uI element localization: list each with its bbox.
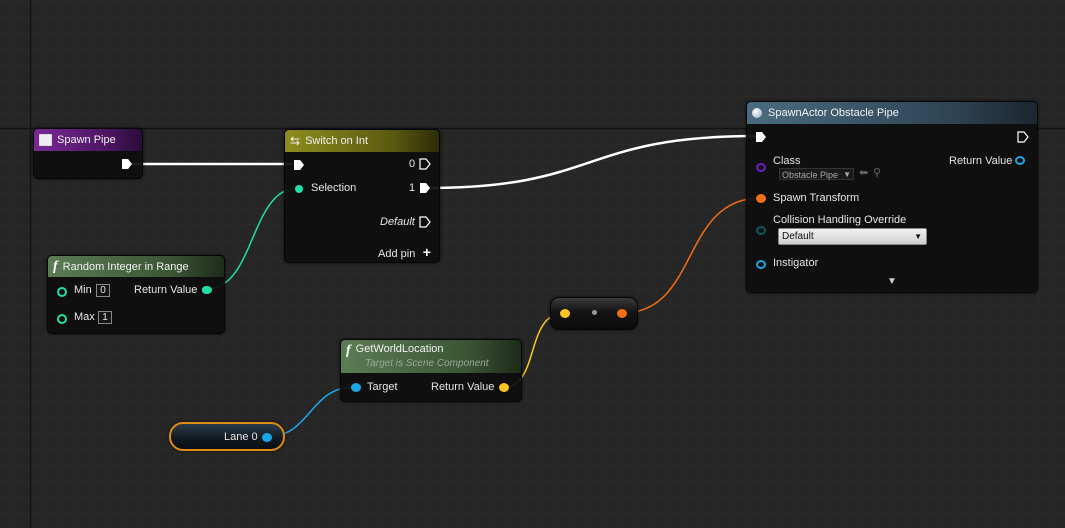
- node-title: Switch on Int: [305, 135, 369, 147]
- exec-out-1-pin[interactable]: [419, 182, 431, 194]
- return-value-label: Return Value: [431, 381, 495, 393]
- target-pin[interactable]: [351, 383, 361, 392]
- switch-on-int-node[interactable]: ⇆ Switch on Int Selection 0 1 Default Ad…: [284, 129, 440, 263]
- target-label: Target: [367, 381, 398, 393]
- browse-search-icon[interactable]: ⚲: [873, 166, 881, 179]
- collision-handling-value: Default: [782, 231, 814, 242]
- get-world-location-node[interactable]: f GetWorldLocation Target is Scene Compo…: [340, 339, 522, 402]
- spawn-pipe-node[interactable]: Spawn Pipe: [33, 128, 143, 179]
- chevron-down-icon: ▼: [914, 232, 922, 241]
- class-label: Class: [773, 155, 801, 167]
- chevron-down-icon: ▼: [843, 170, 851, 179]
- exec-in-pin[interactable]: [293, 159, 305, 171]
- spawn-transform-label: Spawn Transform: [773, 192, 860, 204]
- out-0-label: 0: [409, 158, 416, 170]
- class-pin[interactable]: [756, 163, 766, 172]
- return-value-pin[interactable]: [499, 383, 509, 392]
- add-pin-button[interactable]: Add pin +: [378, 244, 431, 262]
- location-in-pin[interactable]: [560, 309, 570, 318]
- spawn-icon: [752, 108, 762, 118]
- function-icon: f: [53, 258, 58, 274]
- exec-out-default-pin[interactable]: [419, 216, 431, 228]
- node-title: GetWorldLocation: [355, 343, 444, 355]
- exec-in-pin[interactable]: [755, 131, 767, 143]
- lane-0-out-pin[interactable]: [262, 433, 272, 442]
- return-value-label: Return Value: [134, 284, 198, 296]
- plus-icon: +: [422, 244, 431, 260]
- max-pin[interactable]: [57, 314, 67, 324]
- instigator-pin[interactable]: [756, 260, 766, 269]
- transform-out-pin[interactable]: [617, 309, 627, 318]
- node-title: SpawnActor Obstacle Pipe: [768, 107, 899, 119]
- spawn-actor-node[interactable]: SpawnActor Obstacle Pipe Class Obstacle …: [746, 101, 1038, 293]
- collision-handling-label: Collision Handling Override: [773, 214, 907, 226]
- event-icon: [39, 134, 52, 146]
- lane-0-variable-node[interactable]: Lane 0: [169, 422, 285, 451]
- spawn-pipe-header: Spawn Pipe: [34, 129, 142, 151]
- lane-0-label: Lane 0: [224, 431, 258, 443]
- node-title: Random Integer in Range: [62, 260, 189, 273]
- return-value-pin[interactable]: [1015, 156, 1025, 165]
- exec-out-pin[interactable]: [121, 158, 133, 170]
- switch-icon: ⇆: [290, 134, 301, 148]
- random-integer-node[interactable]: f Random Integer in Range Min 0 Max 1 Re…: [47, 255, 225, 334]
- function-icon: f: [346, 343, 351, 358]
- instigator-label: Instigator: [773, 257, 819, 269]
- exec-out-0-pin[interactable]: [419, 158, 431, 170]
- collision-handling-dropdown[interactable]: Default ▼: [778, 228, 927, 245]
- spawn-actor-header: SpawnActor Obstacle Pipe: [747, 102, 1037, 124]
- node-subtitle: Target is Scene Component: [365, 358, 489, 369]
- class-dropdown[interactable]: Obstacle Pipe ▼: [779, 168, 854, 180]
- spawn-transform-pin[interactable]: [756, 194, 766, 203]
- dot-icon: [592, 310, 597, 315]
- min-label: Min: [74, 284, 92, 296]
- switch-header: ⇆ Switch on Int: [285, 130, 439, 152]
- min-pin[interactable]: [57, 287, 67, 297]
- selection-pin[interactable]: [295, 185, 303, 193]
- return-value-pin[interactable]: [202, 286, 212, 294]
- random-integer-header: f Random Integer in Range: [48, 256, 224, 277]
- max-input[interactable]: 1: [98, 311, 112, 324]
- exec-out-pin[interactable]: [1017, 131, 1029, 143]
- make-transform-node[interactable]: [550, 297, 638, 330]
- add-pin-label: Add pin: [378, 248, 416, 260]
- collision-handling-pin[interactable]: [756, 226, 766, 235]
- min-input[interactable]: 0: [96, 284, 110, 297]
- class-value: Obstacle Pipe: [782, 170, 839, 180]
- use-selected-arrow-icon[interactable]: ⬅: [859, 166, 868, 179]
- selection-label: Selection: [311, 182, 357, 194]
- default-label: Default: [380, 216, 415, 228]
- max-label: Max: [74, 311, 95, 323]
- expand-advanced-arrow-icon[interactable]: ▼: [887, 276, 897, 287]
- out-1-label: 1: [409, 182, 416, 194]
- return-value-label: Return Value: [949, 155, 1013, 167]
- node-title: Spawn Pipe: [57, 134, 116, 146]
